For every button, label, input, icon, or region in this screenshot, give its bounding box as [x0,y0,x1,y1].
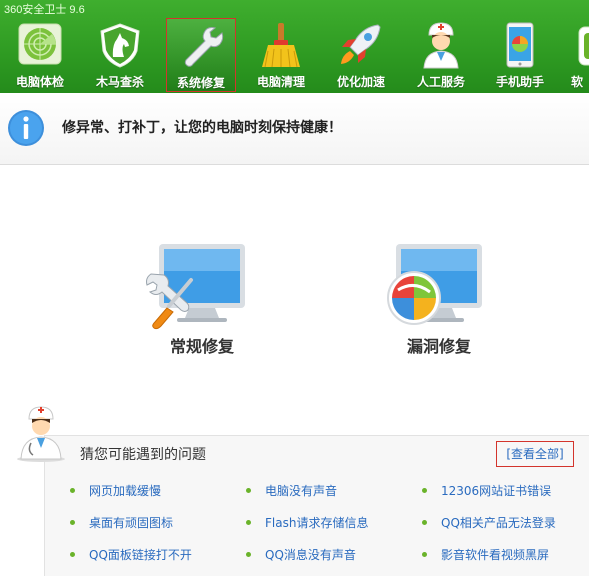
general-repair-label: 常规修复 [169,337,234,356]
toolbar-item-trojan-scan[interactable]: 木马查杀 [85,18,155,92]
problem-item[interactable]: 网页加载缓慢 [70,482,161,499]
bullet [422,488,427,493]
toolbar-item-checkup[interactable]: 电脑体检 [5,18,75,92]
problem-item-label: 网页加载缓慢 [89,484,162,498]
problem-item-label: QQ相关产品无法登录 [441,516,556,530]
problem-item-label: 12306网站证书错误 [441,484,552,498]
toolbar-item-cleanup[interactable]: 电脑清理 [246,18,316,92]
info-banner: 修异常、打补丁，让您的电脑时刻保持健康！ [0,93,589,165]
problem-item-label: Flash请求存储信息 [265,516,369,530]
bullet [246,520,251,525]
toolbar-item-label: 系统修复 [176,76,225,90]
bullet [70,488,75,493]
broom-icon [262,23,300,68]
problem-item[interactable]: QQ面板链接打不开 [70,546,192,563]
monitor-tools-icon [146,244,245,330]
bullet [70,520,75,525]
radar-icon [18,23,62,65]
toolbar-item-manual-service[interactable]: 人工服务 [406,18,476,92]
toolbar-item-software[interactable]: 软 [565,18,589,92]
problems-title: 猜您可能遇到的问题 [80,447,206,463]
software-icon [578,26,589,66]
problem-item[interactable]: 电脑没有声音 [246,482,337,499]
problem-item[interactable]: 影音软件看视频黑屏 [422,546,549,563]
doctor-avatar-icon [17,406,65,462]
toolbar-item-label: 人工服务 [416,75,465,89]
app-title: 360安全卫士 9.6 [4,4,85,16]
toolbar-item-label: 电脑清理 [256,75,305,89]
toolbar-item-label: 手机助手 [495,75,544,89]
horse-shield-icon [100,23,140,68]
problem-item[interactable]: Flash请求存储信息 [246,514,368,531]
phone-icon [506,22,534,68]
vulnerability-repair-option[interactable]: 漏洞修复 [374,240,504,360]
problem-item-label: 电脑没有声音 [265,484,338,498]
toolbar-item-label: 软 [571,75,584,89]
vulnerability-repair-label: 漏洞修复 [406,337,471,356]
doctor-icon [423,22,459,69]
toolbar-item-label: 电脑体检 [15,75,64,89]
bullet [246,552,251,557]
info-icon [8,110,44,146]
toolbar-item-system-repair[interactable]: 系统修复 [166,18,236,92]
problem-item-label: QQ面板链接打不开 [89,548,192,562]
banner-message: 修异常、打补丁，让您的电脑时刻保持健康！ [62,120,342,136]
problem-item-label: 影音软件看视频黑屏 [441,548,550,562]
bullet [70,552,75,557]
problem-item-label: 桌面有顽固图标 [89,516,174,530]
bullet [422,552,427,557]
problem-item[interactable]: QQ相关产品无法登录 [422,514,556,531]
general-repair-option[interactable]: 常规修复 [137,240,267,360]
toolbar-item-phone-assistant[interactable]: 手机助手 [485,18,555,92]
monitor-windows-icon [387,244,482,325]
problem-item[interactable]: 12306网站证书错误 [422,482,551,499]
problem-item-label: QQ消息没有声音 [265,548,356,562]
wrench-icon [184,27,224,67]
problem-item[interactable]: QQ消息没有声音 [246,546,356,563]
problem-item[interactable]: 桌面有顽固图标 [70,514,173,531]
toolbar-item-label: 优化加速 [336,75,385,89]
view-all-link[interactable]: [查看全部] [496,441,574,467]
toolbar-item-label: 木马查杀 [95,75,144,89]
bullet [422,520,427,525]
main-toolbar: 360安全卫士 9.6 电脑体检 木马查杀 系统修复 电脑清理 优化加速 人工服… [0,0,589,93]
bullet [246,488,251,493]
rocket-icon [341,24,381,64]
toolbar-item-speedup[interactable]: 优化加速 [326,18,396,92]
